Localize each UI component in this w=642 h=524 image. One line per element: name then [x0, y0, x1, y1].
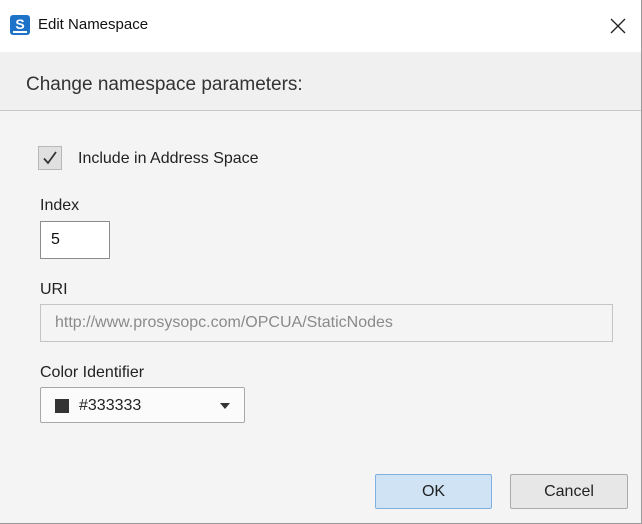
color-swatch: [55, 399, 69, 413]
title-bar: S Edit Namespace: [0, 0, 641, 52]
app-icon-letter: S: [15, 16, 25, 32]
edit-namespace-dialog: S Edit Namespace Change namespace parame…: [0, 0, 642, 524]
ok-button[interactable]: OK: [375, 474, 492, 509]
color-identifier-label: Color Identifier: [40, 364, 145, 381]
window-title: Edit Namespace: [38, 16, 149, 33]
dialog-header: Change namespace parameters:: [0, 52, 641, 111]
checkmark-icon: [43, 151, 57, 165]
cancel-button[interactable]: Cancel: [510, 474, 628, 509]
index-input[interactable]: 5: [40, 221, 110, 259]
chevron-down-icon: [220, 403, 230, 409]
close-icon: [610, 18, 626, 34]
close-button[interactable]: [595, 0, 641, 52]
uri-input[interactable]: http://www.prosysopc.com/OPCUA/StaticNod…: [40, 304, 613, 342]
uri-label: URI: [40, 281, 68, 298]
include-in-address-space-label[interactable]: Include in Address Space: [78, 150, 259, 168]
header-title: Change namespace parameters:: [26, 74, 303, 95]
color-value: #333333: [79, 397, 142, 414]
color-identifier-dropdown[interactable]: #333333: [40, 387, 245, 423]
index-label: Index: [40, 197, 80, 214]
include-in-address-space-checkbox[interactable]: [38, 146, 62, 170]
app-icon: S: [10, 15, 30, 35]
